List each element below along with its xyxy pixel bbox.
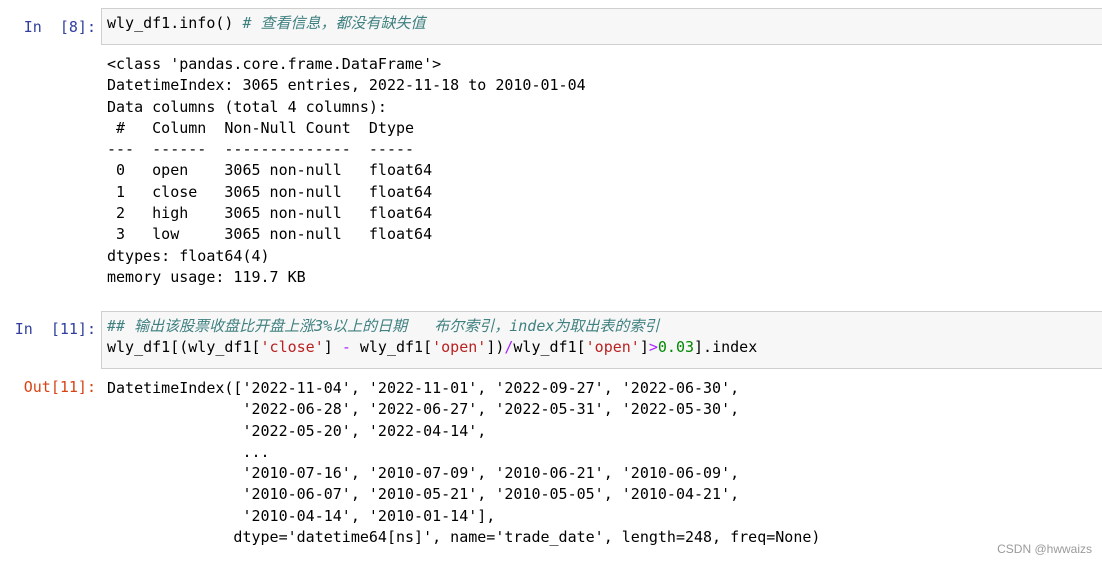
- output-area: DatetimeIndex(['2022-11-04', '2022-11-01…: [107, 378, 1102, 548]
- output-line: DatetimeIndex: 3065 entries, 2022-11-18 …: [107, 76, 586, 95]
- code-call: wly_df1.info(): [107, 14, 243, 32]
- code-editor[interactable]: ## 输出该股票收盘比开盘上涨3%以上的日期 布尔索引，index为取出表的索引…: [101, 311, 1102, 369]
- output-line: memory usage: 119.7 KB: [107, 267, 306, 286]
- string-token: 'open': [432, 338, 487, 356]
- output-line: '2022-05-20', '2022-04-14',: [107, 421, 487, 440]
- code-comment: ## 输出该股票收盘比开盘上涨3%以上的日期 布尔索引，index为取出表的索引: [107, 317, 660, 335]
- output-line: --- ------ -------------- -----: [107, 140, 433, 159]
- code-token: ]: [323, 338, 342, 356]
- code-editor[interactable]: wly_df1.info() # 查看信息，都没有缺失值: [101, 8, 1102, 45]
- string-token: 'close': [260, 338, 324, 356]
- watermark: CSDN @hwwaizs: [997, 542, 1092, 556]
- output-line: 3 low 3065 non-null float64: [107, 225, 433, 244]
- output-line: # Column Non-Null Count Dtype: [107, 118, 433, 137]
- string-token: 'open': [585, 338, 640, 356]
- code-line: wly_df1.info() # 查看信息，都没有缺失值: [107, 13, 1097, 34]
- output-line: '2022-06-28', '2022-06-27', '2022-05-31'…: [107, 400, 740, 419]
- code-line: wly_df1[(wly_df1['close'] - wly_df1['ope…: [107, 337, 1097, 358]
- output-line: '2010-04-14', '2010-01-14'],: [107, 506, 496, 525]
- input-prompt: In [11]:: [14, 320, 96, 338]
- output-line: dtype='datetime64[ns]', name='trade_date…: [107, 528, 821, 547]
- number-token: 0.03: [657, 338, 695, 356]
- output-line: 2 high 3065 non-null float64: [107, 204, 433, 223]
- code-comment: # 查看信息，都没有缺失值: [242, 14, 426, 32]
- code-token: ]): [486, 338, 505, 356]
- code-token: wly_df1[(wly_df1[: [107, 338, 261, 356]
- output-line: dtypes: float64(4): [107, 246, 270, 265]
- operator-token: >: [648, 338, 658, 356]
- output-line: 1 close 3065 non-null float64: [107, 182, 433, 201]
- code-token: wly_df1[: [513, 338, 586, 356]
- output-prompt: Out[11]:: [23, 378, 96, 396]
- code-token: ]: [639, 338, 649, 356]
- output-area: <class 'pandas.core.frame.DataFrame'> Da…: [107, 54, 1102, 288]
- output-line: 0 open 3065 non-null float64: [107, 161, 433, 180]
- output-line: DatetimeIndex(['2022-11-04', '2022-11-01…: [107, 379, 740, 397]
- code-token: wly_df1[: [350, 338, 433, 356]
- output-line: '2010-06-07', '2010-05-21', '2010-05-05'…: [107, 485, 740, 504]
- code-token: ].index: [694, 338, 758, 356]
- output-line: <class 'pandas.core.frame.DataFrame'>: [107, 55, 442, 73]
- operator-token: -: [341, 338, 351, 356]
- output-line: ...: [107, 442, 270, 461]
- output-line: Data columns (total 4 columns):: [107, 97, 387, 116]
- input-prompt: In [8]:: [23, 18, 96, 36]
- output-line: '2010-07-16', '2010-07-09', '2010-06-21'…: [107, 464, 740, 483]
